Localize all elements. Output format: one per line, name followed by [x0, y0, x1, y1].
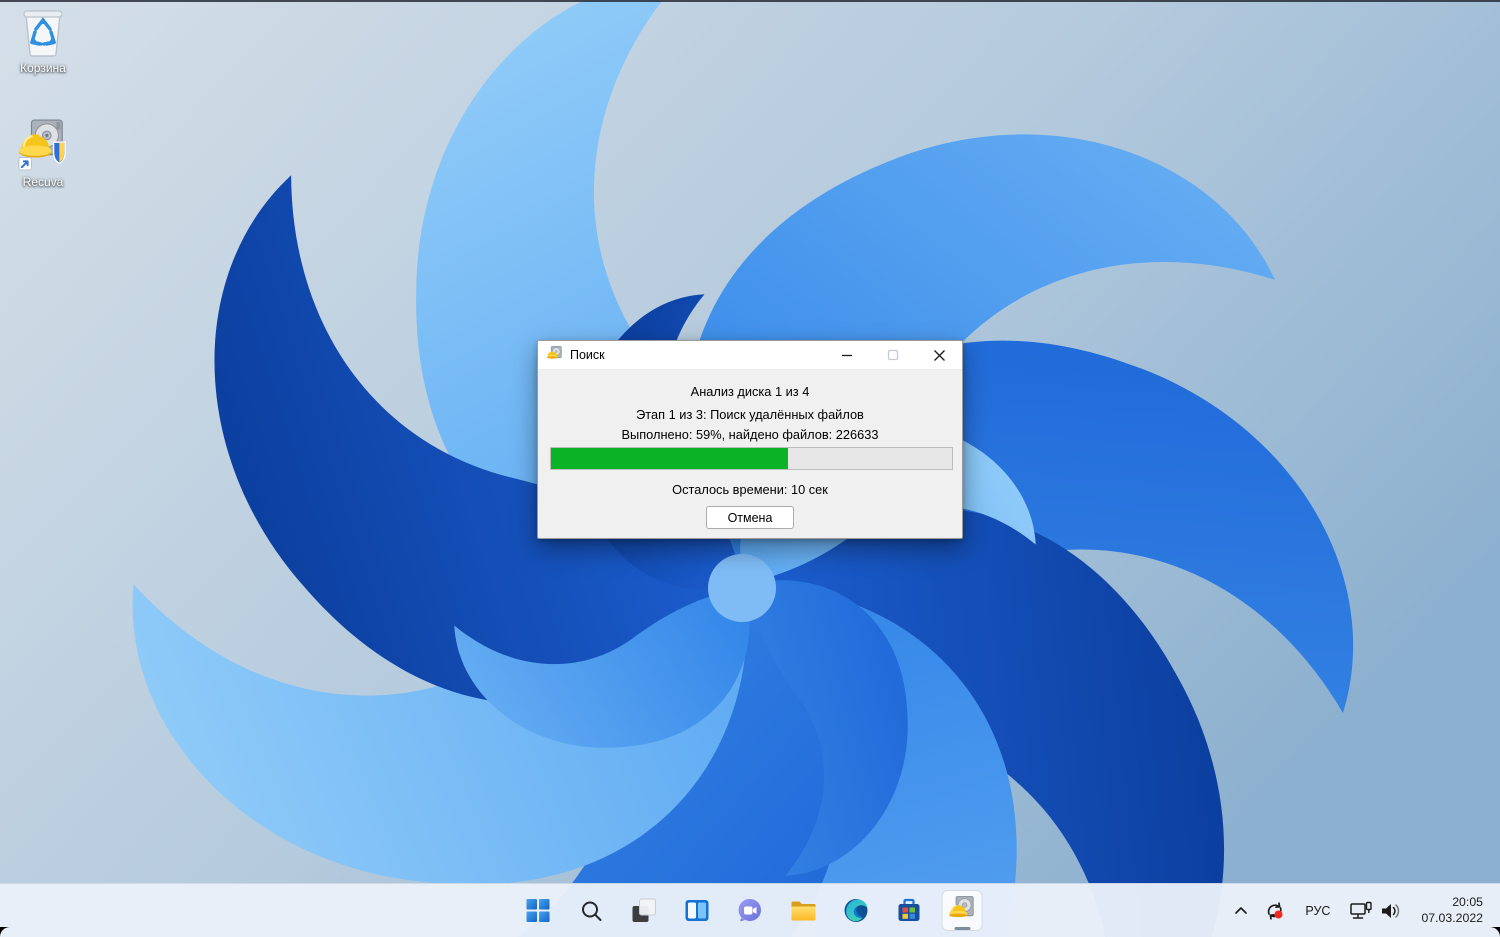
task-view-button[interactable] [624, 890, 665, 931]
clock[interactable]: 20:05 07.03.2022 [1412, 892, 1492, 930]
desktop-screen: Корзина Recuva Поиск Анализ диска 1 из 4… [0, 0, 1500, 937]
stage-status: Этап 1 из 3: Поиск удалённых файлов [636, 407, 864, 422]
start-button[interactable] [518, 890, 559, 931]
taskbar: РУС 20:05 07.03.2022 [0, 883, 1500, 937]
system-tray: РУС 20:05 07.03.2022 [1228, 884, 1492, 937]
file-explorer-button[interactable] [783, 890, 824, 931]
recycle-bin-icon [18, 6, 68, 58]
progress-status: Выполнено: 59%, найдено файлов: 226633 [621, 427, 879, 442]
chevron-up-icon [1235, 906, 1248, 914]
time-remaining: Осталось времени: 10 сек [672, 482, 828, 497]
desktop-icon-label: Корзина [20, 61, 66, 75]
dialog-title: Поиск [570, 348, 605, 362]
recuva-icon [948, 895, 974, 917]
volume-icon [1382, 903, 1400, 918]
microsoft-store-icon [898, 898, 920, 921]
dialog-body: Анализ диска 1 из 4 Этап 1 из 3: Поиск у… [538, 370, 962, 539]
recuva-scan-dialog: Поиск Анализ диска 1 из 4 Этап 1 из 3: П… [537, 340, 963, 539]
desktop-icon-recuva[interactable]: Recuva [0, 119, 86, 189]
task-view-icon [632, 898, 656, 922]
widgets-button[interactable] [677, 890, 718, 931]
sync-arrows-icon [1268, 901, 1283, 920]
desktop-icon-recycle-bin[interactable]: Корзина [0, 6, 86, 75]
edge-icon [844, 899, 868, 922]
recuva-icon [18, 119, 68, 172]
recuva-icon [546, 346, 562, 359]
language-indicator[interactable]: РУС [1296, 892, 1339, 930]
tray-time: 20:05 [1452, 894, 1483, 909]
store-button[interactable] [889, 890, 930, 931]
minimize-icon [842, 354, 852, 357]
dialog-titlebar[interactable]: Поиск [538, 341, 962, 370]
disk-analysis-status: Анализ диска 1 из 4 [690, 384, 810, 399]
chat-button[interactable] [730, 890, 771, 931]
cancel-button[interactable]: Отмена [706, 506, 794, 529]
file-explorer-icon [791, 901, 815, 920]
wired-network-icon [1350, 901, 1373, 919]
screen-top-edge [0, 0, 1500, 2]
desktop-icon-label: Recuva [22, 175, 64, 189]
taskbar-recuva-button[interactable] [941, 890, 983, 931]
taskbar-center [518, 884, 983, 937]
windows-start-icon [526, 899, 550, 922]
maximize-icon [887, 349, 899, 361]
close-icon [933, 349, 945, 361]
minimize-button[interactable] [824, 341, 870, 370]
maximize-button[interactable] [870, 341, 916, 370]
tray-date: 07.03.2022 [1421, 910, 1483, 925]
search-icon [581, 901, 601, 921]
widgets-icon [685, 900, 709, 921]
teams-chat-icon [738, 898, 761, 922]
sync-status-button[interactable] [1258, 892, 1292, 930]
hidden-icons-button[interactable] [1228, 892, 1254, 930]
progress-bar-fill [551, 448, 788, 469]
edge-button[interactable] [836, 890, 877, 931]
network-volume-button[interactable] [1343, 892, 1408, 930]
search-button[interactable] [571, 890, 612, 931]
progress-bar [550, 447, 953, 470]
close-button[interactable] [916, 341, 962, 370]
